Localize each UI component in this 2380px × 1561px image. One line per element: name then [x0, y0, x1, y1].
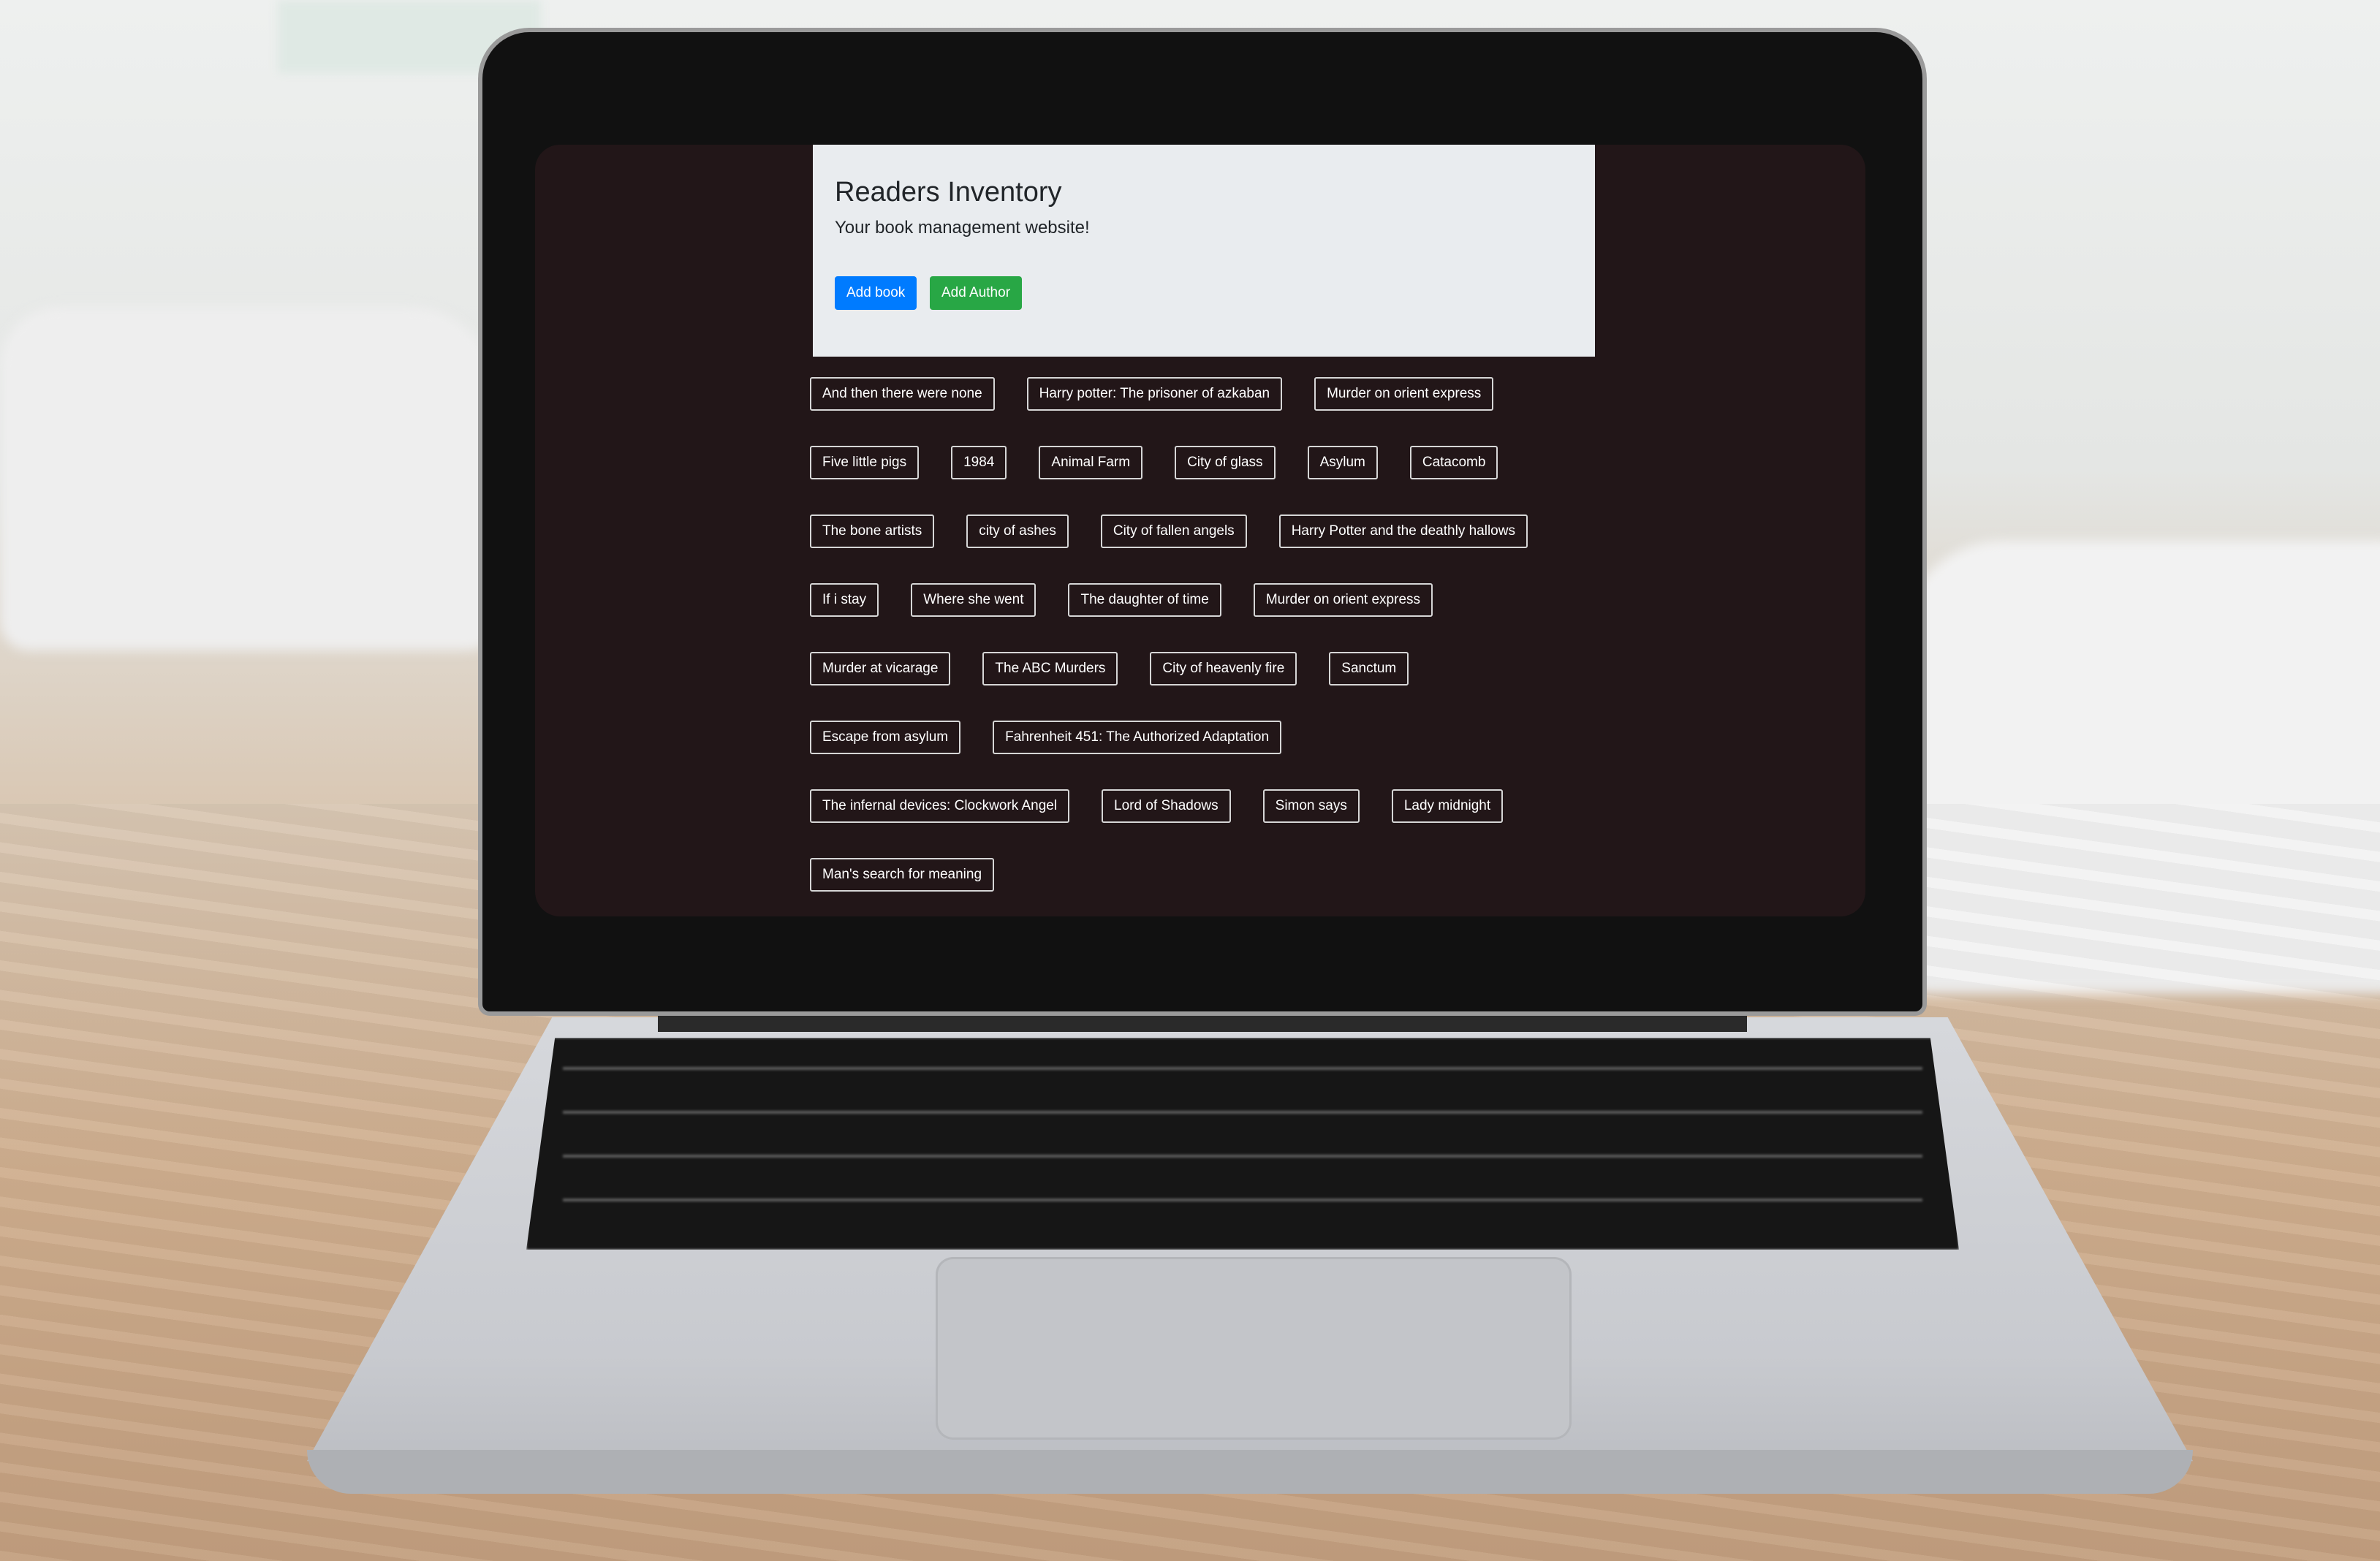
book-row: The bone artists city of ashes City of f…	[810, 514, 1614, 548]
key-row	[563, 1199, 1922, 1201]
page-title: Readers Inventory	[835, 177, 1062, 208]
book-item[interactable]: 1984	[951, 446, 1007, 479]
laptop-keyboard	[526, 1038, 1959, 1250]
key-row	[563, 1111, 1922, 1114]
book-item[interactable]: Fahrenheit 451: The Authorized Adaptatio…	[993, 721, 1282, 754]
book-item[interactable]: Man's search for meaning	[810, 858, 995, 892]
book-item[interactable]: Lady midnight	[1391, 789, 1504, 823]
book-item[interactable]: Asylum	[1307, 446, 1378, 479]
book-item[interactable]: Animal Farm	[1039, 446, 1143, 479]
laptop-screen: Readers Inventory Your book management w…	[535, 145, 1865, 916]
photo-scene: Readers Inventory Your book management w…	[0, 0, 2380, 1561]
book-item[interactable]: City of glass	[1175, 446, 1276, 479]
book-item[interactable]: Lord of Shadows	[1102, 789, 1231, 823]
book-item[interactable]: Murder on orient express	[1253, 583, 1433, 617]
book-item[interactable]: Harry potter: The prisoner of azkaban	[1026, 377, 1283, 411]
book-item[interactable]: City of heavenly fire	[1150, 652, 1297, 685]
book-row: Escape from asylum Fahrenheit 451: The A…	[810, 721, 1614, 754]
book-item[interactable]: Harry Potter and the deathly hallows	[1278, 514, 1528, 548]
book-row: And then there were none Harry potter: T…	[810, 377, 1614, 411]
book-item[interactable]: Sanctum	[1329, 652, 1409, 685]
page-subtitle: Your book management website!	[835, 218, 1090, 238]
book-row: Murder at vicarage The ABC Murders City …	[810, 652, 1614, 685]
background-chair	[0, 307, 497, 650]
book-row: Five little pigs 1984 Animal Farm City o…	[810, 446, 1614, 479]
book-row: If i stay Where she went The daughter of…	[810, 583, 1614, 617]
book-item[interactable]: The infernal devices: Clockwork Angel	[810, 789, 1070, 823]
book-row: Man's search for meaning	[810, 858, 1614, 892]
book-item[interactable]: The ABC Murders	[982, 652, 1118, 685]
add-book-button[interactable]: Add book	[835, 276, 917, 310]
key-row	[563, 1067, 1922, 1070]
book-item[interactable]: Five little pigs	[810, 446, 920, 479]
book-item[interactable]: Murder on orient express	[1314, 377, 1494, 411]
book-item[interactable]: The bone artists	[810, 514, 935, 548]
book-item[interactable]: Where she went	[911, 583, 1036, 617]
book-item[interactable]: Murder at vicarage	[810, 652, 951, 685]
book-item[interactable]: city of ashes	[966, 514, 1069, 548]
book-row: The infernal devices: Clockwork Angel Lo…	[810, 789, 1614, 823]
book-item[interactable]: City of fallen angels	[1100, 514, 1247, 548]
book-item[interactable]: If i stay	[810, 583, 879, 617]
header-jumbotron: Readers Inventory Your book management w…	[813, 145, 1595, 357]
book-list: And then there were none Harry potter: T…	[810, 377, 1614, 916]
add-author-button[interactable]: Add Author	[930, 276, 1023, 310]
laptop-lid: Readers Inventory Your book management w…	[482, 32, 1922, 1011]
book-item[interactable]: Catacomb	[1409, 446, 1498, 479]
book-item[interactable]: Escape from asylum	[810, 721, 961, 754]
book-item[interactable]: And then there were none	[810, 377, 995, 411]
laptop-base-front	[307, 1450, 2193, 1494]
book-item[interactable]: The daughter of time	[1068, 583, 1221, 617]
book-item[interactable]: Simon says	[1262, 789, 1360, 823]
key-row	[563, 1155, 1922, 1158]
laptop-trackpad	[936, 1257, 1572, 1440]
